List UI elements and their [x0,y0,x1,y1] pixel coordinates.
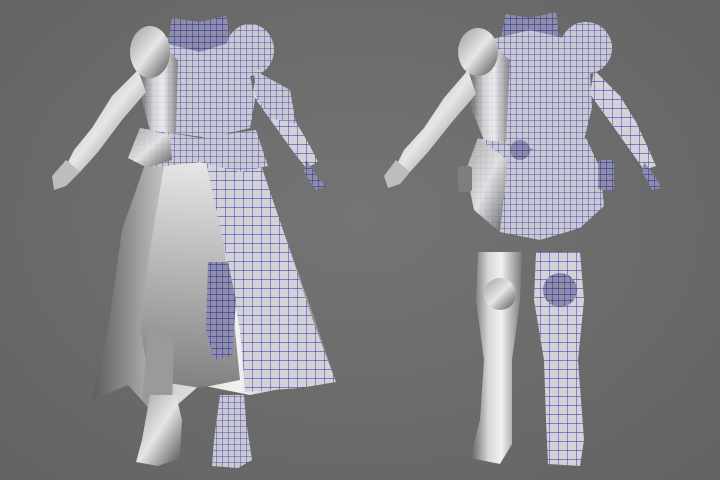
pouch-right [598,160,614,190]
pauldron-left [130,26,170,78]
armor-and-boots-figure [384,12,662,466]
belt-emblem [510,140,530,160]
pauldron-left-right-figure [458,28,498,76]
scene-svg [52,12,662,468]
knee-guard-right [543,273,577,307]
pauldron-right [226,24,274,76]
render-viewport[interactable] [0,0,720,480]
arm-left-right-figure [396,70,476,172]
full-costume-figure [52,16,336,468]
boot-left [136,395,182,466]
hand-right [304,160,326,190]
arm-right-right-figure [590,70,656,170]
boot-right [212,395,252,468]
arm-right-upper-puff [254,70,296,124]
knee-guard-left [484,278,516,310]
pauldron-right-right-figure [560,22,612,74]
pouch-left [458,166,472,192]
